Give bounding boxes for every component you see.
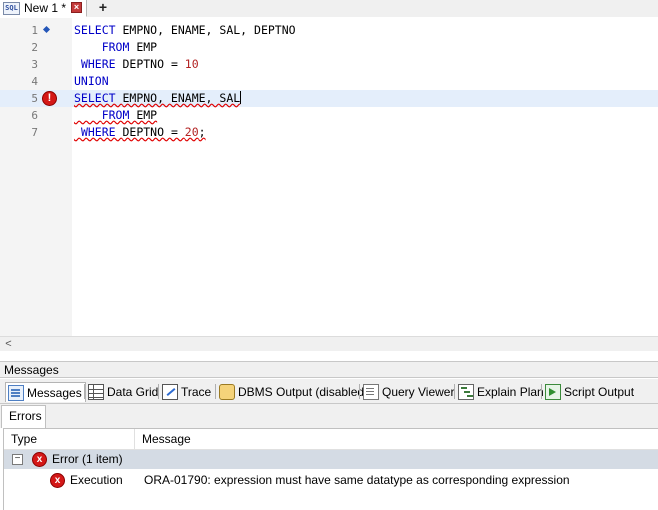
code-text[interactable]: FROM EMP	[74, 107, 157, 124]
toolbar-separator	[454, 384, 455, 399]
row-message: ORA-01790: expression must have same dat…	[144, 473, 570, 487]
document-tab-strip: SQL New 1 * × +	[0, 0, 658, 17]
messages-panel-title: Messages	[4, 363, 59, 377]
error-icon: x	[50, 473, 65, 488]
line-number: 2	[31, 41, 38, 54]
code-token: WHERE	[80, 57, 123, 71]
scroll-left-arrow-icon[interactable]: <	[2, 338, 15, 351]
code-token: DEPTNO =	[122, 125, 185, 139]
code-line[interactable]: 5! SELECT EMPNO, ENAME, SAL	[0, 90, 658, 107]
collapse-icon[interactable]: −	[12, 454, 23, 465]
toolbar-separator	[158, 384, 159, 399]
error-group-row[interactable]: − x Error (1 item)	[4, 450, 658, 469]
data-grid-icon	[88, 384, 104, 400]
code-text[interactable]: SELECT EMPNO, ENAME, SAL, DEPTNO	[74, 22, 296, 39]
code-line[interactable]: 4 UNION	[0, 73, 658, 90]
code-line[interactable]: 1 SELECT EMPNO, ENAME, SAL, DEPTNO	[0, 22, 658, 39]
toolbar-separator	[541, 384, 542, 399]
errors-table: Type Message − x Error (1 item) x Execut…	[3, 428, 658, 510]
line-number: 1	[31, 24, 38, 37]
code-token: EMP	[136, 108, 158, 122]
tab-title: New 1 *	[24, 1, 67, 15]
messages-icon	[8, 384, 24, 401]
code-token: 10	[184, 57, 199, 71]
code-token: SELECT	[74, 23, 123, 37]
code-token: 20	[184, 125, 199, 139]
tab-script-output-label: Script Output	[564, 385, 635, 399]
line-number: 3	[31, 58, 38, 71]
tab-messages-label: Messages	[27, 385, 82, 400]
tab-trace-label: Trace	[181, 385, 212, 399]
line-number: 5	[31, 92, 38, 105]
sql-editor[interactable]: 1 SELECT EMPNO, ENAME, SAL, DEPTNO 2 FROM …	[0, 18, 658, 336]
code-token: UNION	[74, 74, 109, 88]
column-header-type[interactable]: Type	[4, 429, 135, 450]
current-statement-marker-icon	[42, 25, 51, 34]
tab-query-viewer[interactable]: Query Viewer	[361, 382, 454, 402]
line-number: 6	[31, 109, 38, 122]
error-marker-icon[interactable]: !	[42, 91, 57, 106]
error-icon: x	[32, 452, 47, 467]
code-token: ;	[198, 125, 206, 139]
table-row[interactable]: x Execution ORA-01790: expression must h…	[4, 469, 658, 491]
sql-file-icon: SQL	[3, 2, 20, 15]
trace-icon	[162, 384, 178, 400]
code-text[interactable]: SELECT EMPNO, ENAME, SAL	[74, 90, 242, 107]
code-text[interactable]: FROM EMP	[74, 39, 157, 56]
toolbar-separator	[215, 384, 216, 399]
code-token: SELECT	[74, 91, 123, 105]
toolbar-separator	[84, 384, 85, 399]
horizontal-scrollbar[interactable]: <	[0, 336, 658, 351]
code-token: DEPTNO =	[122, 57, 185, 71]
tab-errors[interactable]: Errors	[1, 405, 46, 428]
code-token: EMP	[136, 40, 158, 54]
tab-dbms-output[interactable]: DBMS Output (disabled)	[217, 382, 368, 402]
tab-trace[interactable]: Trace	[160, 382, 211, 402]
close-icon[interactable]: ×	[71, 2, 82, 13]
line-number: 4	[31, 75, 38, 88]
messages-panel-header: Messages	[0, 361, 658, 378]
script-output-icon	[545, 384, 561, 400]
tab-data-grid-label: Data Grid	[107, 385, 159, 399]
explain-plan-icon	[458, 384, 474, 400]
code-line[interactable]: 6 FROM EMP	[0, 107, 658, 124]
text-caret	[240, 91, 242, 104]
line-number: 7	[31, 126, 38, 139]
code-text[interactable]: UNION	[74, 73, 109, 90]
messages-toolbar: Messages Data Grid Trace DBMS Output (di…	[0, 379, 658, 404]
tab-explain-plan[interactable]: Explain Plan	[456, 382, 544, 402]
code-token: FROM	[101, 108, 137, 122]
row-type: Execution	[70, 473, 123, 487]
code-line[interactable]: 2 FROM EMP	[0, 39, 658, 56]
tab-messages[interactable]: Messages	[5, 382, 86, 402]
code-token: FROM	[101, 40, 137, 54]
code-token: WHERE	[80, 125, 123, 139]
add-tab-button[interactable]: +	[93, 0, 113, 16]
tab-script-output[interactable]: Script Output	[543, 382, 634, 402]
table-header: Type Message	[4, 429, 658, 450]
tab-explain-plan-label: Explain Plan	[477, 385, 544, 399]
code-text[interactable]: WHERE DEPTNO = 10	[74, 56, 199, 73]
code-token: EMPNO, ENAME, SAL	[122, 91, 241, 105]
tab-dbms-output-label: DBMS Output (disabled)	[238, 385, 369, 399]
code-line[interactable]: 7 WHERE DEPTNO = 20;	[0, 124, 658, 141]
messages-subtabs: Errors	[0, 404, 658, 428]
tab-query-viewer-label: Query Viewer	[382, 385, 455, 399]
query-viewer-icon	[363, 384, 379, 400]
tab-data-grid[interactable]: Data Grid	[86, 382, 158, 402]
column-header-message[interactable]: Message	[135, 429, 658, 450]
code-token: EMPNO, ENAME, SAL, DEPTNO	[122, 23, 296, 37]
toolbar-separator	[359, 384, 360, 399]
code-line[interactable]: 3 WHERE DEPTNO = 10	[0, 56, 658, 73]
error-group-label: Error (1 item)	[52, 452, 123, 466]
tab-new-1[interactable]: SQL New 1 * ×	[0, 0, 87, 17]
dbms-output-icon	[219, 384, 235, 400]
code-text[interactable]: WHERE DEPTNO = 20;	[74, 124, 206, 141]
